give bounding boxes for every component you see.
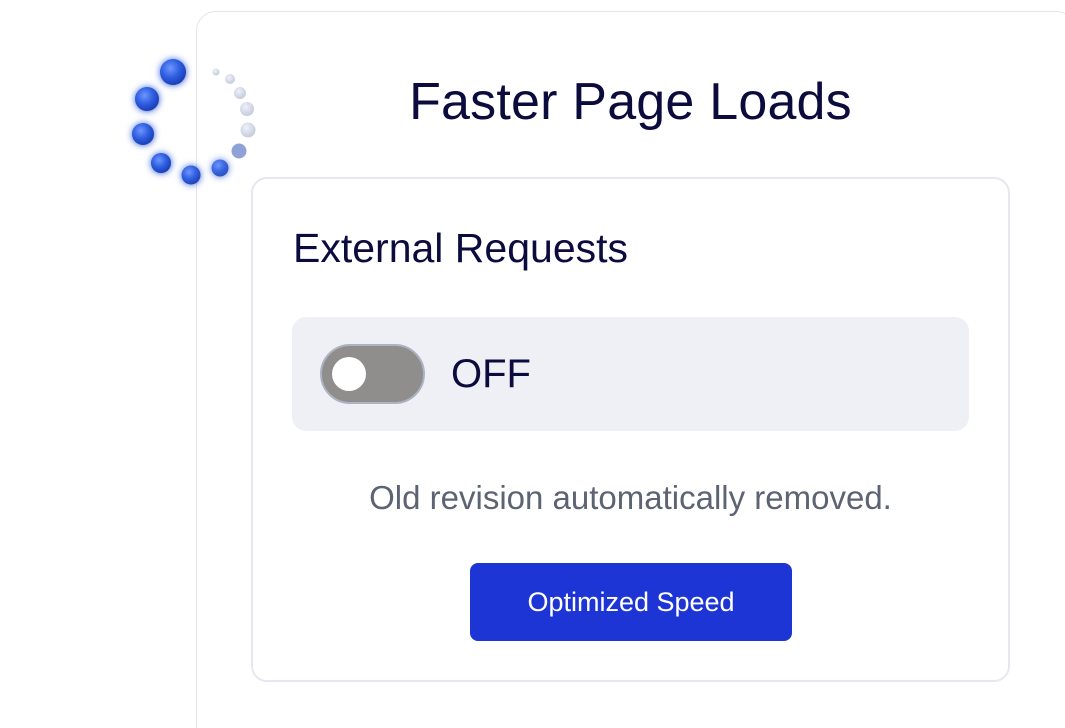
section-title: External Requests	[293, 225, 629, 271]
optimized-speed-button[interactable]: Optimized Speed	[470, 563, 792, 641]
external-requests-toggle[interactable]	[320, 344, 425, 404]
toggle-knob	[332, 357, 366, 391]
screen: Faster Page Loads External Requests OFF …	[0, 0, 1065, 728]
page-title: Faster Page Loads	[409, 73, 852, 131]
status-message: Old revision automatically removed.	[369, 479, 892, 516]
toggle-state-label: OFF	[451, 352, 531, 396]
